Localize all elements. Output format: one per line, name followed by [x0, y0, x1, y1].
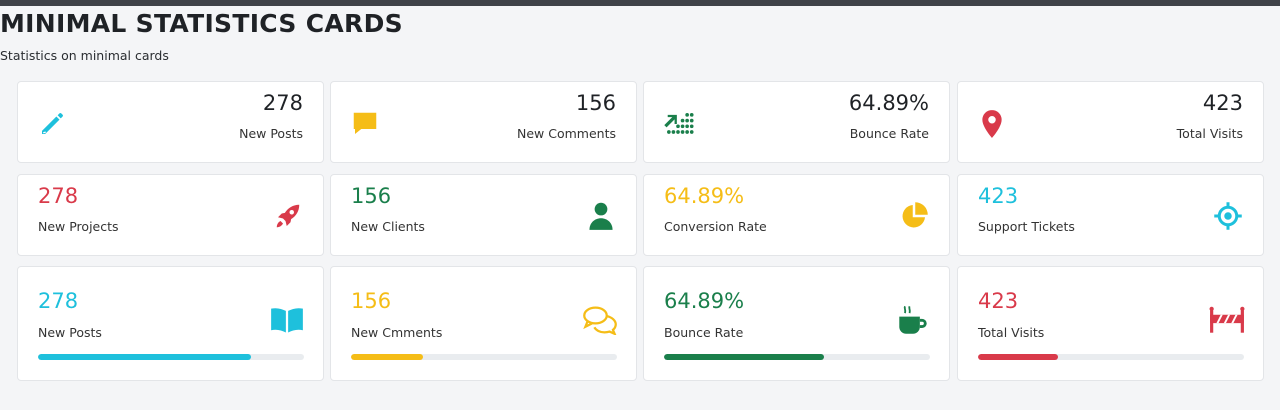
- road-barrier-icon: [1209, 303, 1245, 337]
- progress-fill: [664, 354, 824, 360]
- stat-label: Total Visits: [1176, 126, 1243, 141]
- stat-value: 156: [351, 289, 392, 313]
- stat-value: 423: [1202, 91, 1243, 115]
- stat-value: 156: [575, 91, 616, 115]
- stat-label: Support Tickets: [978, 219, 1075, 234]
- page-title: MINIMAL STATISTICS CARDS: [0, 9, 403, 38]
- stat-card-new-posts-progress: 278 New Posts: [17, 266, 324, 381]
- stat-label: New Comments: [517, 126, 616, 141]
- stat-value: 278: [38, 184, 79, 208]
- progress-fill: [978, 354, 1058, 360]
- stat-card-new-projects: 278 New Projects: [17, 174, 324, 256]
- stat-card-support-tickets: 423 Support Tickets: [957, 174, 1264, 256]
- trend-up-dots-icon: [662, 108, 694, 140]
- stat-card-new-comments: 156 New Comments: [330, 81, 637, 163]
- chat-bubbles-icon: [582, 303, 618, 337]
- stat-card-new-clients: 156 New Clients: [330, 174, 637, 256]
- stat-value: 423: [978, 289, 1019, 313]
- target-icon: [1211, 199, 1245, 233]
- stat-value: 423: [978, 184, 1019, 208]
- stat-value: 64.89%: [664, 289, 745, 313]
- stat-label: New Projects: [38, 219, 119, 234]
- stat-label: Bounce Rate: [664, 325, 744, 340]
- stat-label: New Cmments: [351, 325, 443, 340]
- top-bar: [0, 0, 1280, 6]
- coffee-cup-icon: [895, 303, 931, 337]
- stat-label: New Clients: [351, 219, 425, 234]
- stat-label: Bounce Rate: [849, 126, 929, 141]
- map-pin-icon: [976, 108, 1008, 140]
- progress-bar: [664, 354, 930, 360]
- stat-label: Conversion Rate: [664, 219, 767, 234]
- progress-bar: [978, 354, 1244, 360]
- stat-value: 156: [351, 184, 392, 208]
- stat-card-bounce-rate: 64.89% Bounce Rate: [643, 81, 950, 163]
- rocket-icon: [271, 199, 305, 233]
- stat-card-new-comments-progress: 156 New Cmments: [330, 266, 637, 381]
- stat-card-conversion-rate: 64.89% Conversion Rate: [643, 174, 950, 256]
- progress-fill: [38, 354, 251, 360]
- stat-card-total-visits-progress: 423 Total Visits: [957, 266, 1264, 381]
- stat-card-total-visits: 423 Total Visits: [957, 81, 1264, 163]
- page-subtitle: Statistics on minimal cards: [0, 48, 169, 63]
- stat-label: New Posts: [239, 126, 303, 141]
- stat-value: 64.89%: [664, 184, 745, 208]
- stat-label: Total Visits: [978, 325, 1045, 340]
- stat-value: 64.89%: [848, 91, 929, 115]
- pie-chart-icon: [897, 199, 931, 233]
- pencil-icon: [36, 108, 68, 140]
- stat-card-new-posts: 278 New Posts: [17, 81, 324, 163]
- progress-fill: [351, 354, 423, 360]
- stat-value: 278: [38, 289, 79, 313]
- book-open-icon: [269, 303, 305, 337]
- stat-value: 278: [262, 91, 303, 115]
- comment-icon: [349, 108, 381, 140]
- user-icon: [584, 199, 618, 233]
- progress-bar: [351, 354, 617, 360]
- stat-label: New Posts: [38, 325, 102, 340]
- progress-bar: [38, 354, 304, 360]
- stat-card-bounce-rate-progress: 64.89% Bounce Rate: [643, 266, 950, 381]
